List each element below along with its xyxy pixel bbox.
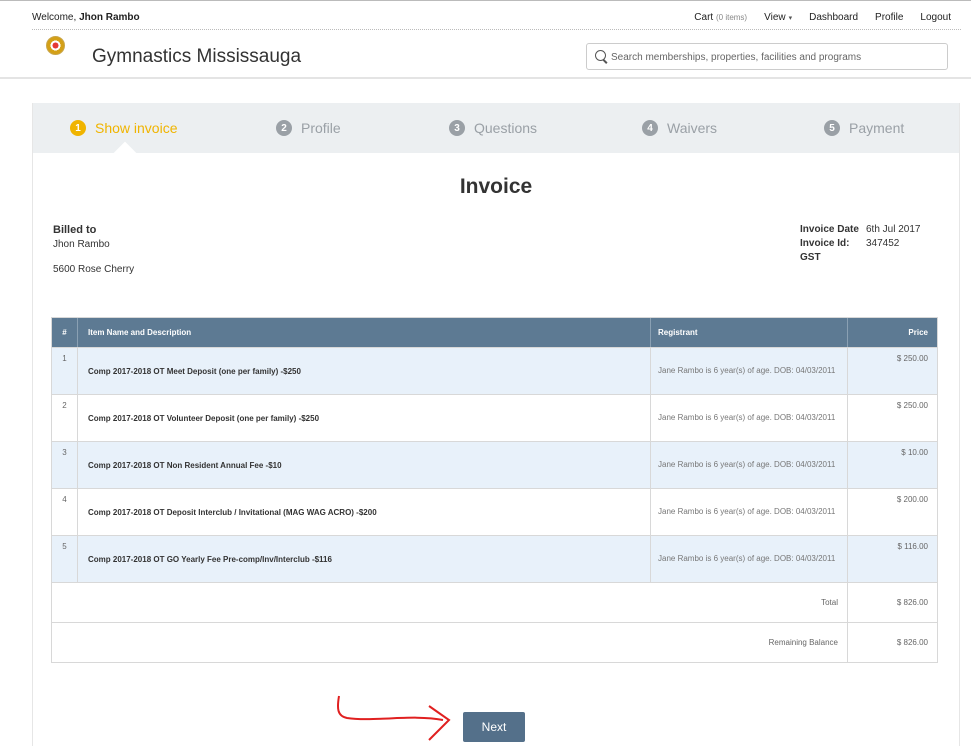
row-number: 3 bbox=[52, 442, 78, 488]
row-registrant: Jane Rambo is 6 year(s) of age. DOB: 04/… bbox=[651, 395, 848, 441]
view-label: View bbox=[764, 12, 786, 23]
view-menu[interactable]: View ▾ bbox=[764, 12, 792, 23]
table-row: 2 Comp 2017-2018 OT Volunteer Deposit (o… bbox=[52, 394, 937, 441]
row-registrant: Jane Rambo is 6 year(s) of age. DOB: 04/… bbox=[651, 536, 848, 582]
welcome-text: Welcome, Jhon Rambo bbox=[32, 12, 140, 23]
step-profile[interactable]: 2 Profile bbox=[276, 120, 341, 136]
remaining-balance-value: $ 826.00 bbox=[896, 638, 928, 647]
site-header: Gymnastics Mississauga bbox=[0, 31, 971, 79]
divider bbox=[32, 29, 961, 30]
step-label: Waivers bbox=[667, 120, 718, 136]
billed-to-label: Billed to bbox=[53, 224, 97, 236]
row-price: $ 250.00 bbox=[896, 354, 928, 363]
annotation-arrow-icon bbox=[337, 695, 451, 741]
row-item: Comp 2017-2018 OT GO Yearly Fee Pre-comp… bbox=[78, 536, 651, 582]
step-number: 4 bbox=[642, 120, 658, 136]
search-icon bbox=[595, 50, 606, 61]
column-header-price: Price bbox=[908, 328, 928, 337]
user-name: Jhon Rambo bbox=[79, 12, 140, 23]
invoice-id-label: Invoice Id: bbox=[800, 238, 850, 249]
step-show-invoice[interactable]: 1 Show invoice bbox=[70, 120, 178, 136]
invoice-date-label: Invoice Date bbox=[800, 224, 859, 235]
row-number: 1 bbox=[52, 348, 78, 394]
row-price: $ 200.00 bbox=[896, 495, 928, 504]
search-input[interactable] bbox=[611, 48, 941, 66]
cart-link[interactable]: Cart (0 items) bbox=[694, 12, 747, 23]
step-label: Show invoice bbox=[95, 120, 178, 136]
row-item: Comp 2017-2018 OT Deposit Interclub / In… bbox=[78, 489, 651, 535]
row-item: Comp 2017-2018 OT Non Resident Annual Fe… bbox=[78, 442, 651, 488]
step-number: 5 bbox=[824, 120, 840, 136]
remaining-balance-label: Remaining Balance bbox=[52, 623, 848, 662]
row-number: 5 bbox=[52, 536, 78, 582]
step-waivers[interactable]: 4 Waivers bbox=[642, 120, 717, 136]
checkout-steps: 1 Show invoice 2 Profile 3 Questions 4 W… bbox=[33, 103, 959, 153]
total-label: Total bbox=[52, 583, 848, 622]
logout-link[interactable]: Logout bbox=[920, 12, 951, 23]
step-label: Profile bbox=[301, 120, 341, 136]
row-registrant: Jane Rambo is 6 year(s) of age. DOB: 04/… bbox=[651, 442, 848, 488]
dashboard-link[interactable]: Dashboard bbox=[809, 12, 858, 23]
column-header-registrant: Registrant bbox=[651, 318, 848, 347]
invoice-meta: Invoice Date 6th Jul 2017 Invoice Id: 3474… bbox=[800, 224, 921, 266]
row-price: $ 10.00 bbox=[901, 448, 928, 457]
welcome-prefix: Welcome, bbox=[32, 12, 77, 23]
step-questions[interactable]: 3 Questions bbox=[449, 120, 537, 136]
row-registrant: Jane Rambo is 6 year(s) of age. DOB: 04/… bbox=[651, 489, 848, 535]
column-header-item: Item Name and Description bbox=[78, 318, 651, 347]
step-label: Payment bbox=[849, 120, 905, 136]
row-price: $ 250.00 bbox=[896, 401, 928, 410]
row-price: $ 116.00 bbox=[897, 542, 928, 551]
next-button[interactable]: Next bbox=[463, 712, 525, 742]
row-item: Comp 2017-2018 OT Volunteer Deposit (one… bbox=[78, 395, 651, 441]
step-payment[interactable]: 5 Payment bbox=[824, 120, 904, 136]
profile-link[interactable]: Profile bbox=[875, 12, 903, 23]
remaining-balance-row: Remaining Balance $ 826.00 bbox=[52, 622, 937, 662]
site-title[interactable]: Gymnastics Mississauga bbox=[92, 46, 301, 68]
billed-to-name: Jhon Rambo bbox=[53, 239, 110, 250]
invoice-id-value: 347452 bbox=[866, 238, 900, 249]
step-number: 3 bbox=[449, 120, 465, 136]
top-bar: Welcome, Jhon Rambo Cart (0 items) View ▾… bbox=[0, 0, 971, 30]
step-number: 2 bbox=[276, 120, 292, 136]
gst-label: GST bbox=[800, 252, 821, 263]
table-row: 3 Comp 2017-2018 OT Non Resident Annual … bbox=[52, 441, 937, 488]
step-number: 1 bbox=[70, 120, 86, 136]
cart-label: Cart bbox=[694, 12, 714, 23]
table-row: 4 Comp 2017-2018 OT Deposit Interclub / … bbox=[52, 488, 937, 535]
total-value: $ 826.00 bbox=[896, 598, 928, 607]
invoice-table: # Item Name and Description Registrant P… bbox=[51, 317, 938, 663]
billed-to-address: 5600 Rose Cherry bbox=[53, 264, 135, 275]
top-nav: Cart (0 items) View ▾ Dashboard Profile L… bbox=[694, 12, 951, 23]
invoice-date-value: 6th Jul 2017 bbox=[866, 224, 921, 235]
search-box[interactable] bbox=[586, 43, 948, 70]
table-header: # Item Name and Description Registrant P… bbox=[52, 318, 937, 347]
row-registrant: Jane Rambo is 6 year(s) of age. DOB: 04/… bbox=[651, 348, 848, 394]
row-number: 4 bbox=[52, 489, 78, 535]
checkout-card: 1 Show invoice 2 Profile 3 Questions 4 W… bbox=[32, 103, 960, 746]
column-header-number: # bbox=[52, 318, 78, 347]
cart-count: (0 items) bbox=[715, 13, 748, 22]
table-row: 5 Comp 2017-2018 OT GO Yearly Fee Pre-co… bbox=[52, 535, 937, 582]
total-row: Total $ 826.00 bbox=[52, 582, 937, 622]
chevron-down-icon: ▾ bbox=[788, 15, 793, 22]
page-title: Invoice bbox=[459, 175, 533, 198]
row-item: Comp 2017-2018 OT Meet Deposit (one per … bbox=[78, 348, 651, 394]
step-label: Questions bbox=[474, 120, 538, 136]
table-row: 1 Comp 2017-2018 OT Meet Deposit (one pe… bbox=[52, 347, 937, 394]
site-logo[interactable] bbox=[46, 36, 65, 55]
row-number: 2 bbox=[52, 395, 78, 441]
